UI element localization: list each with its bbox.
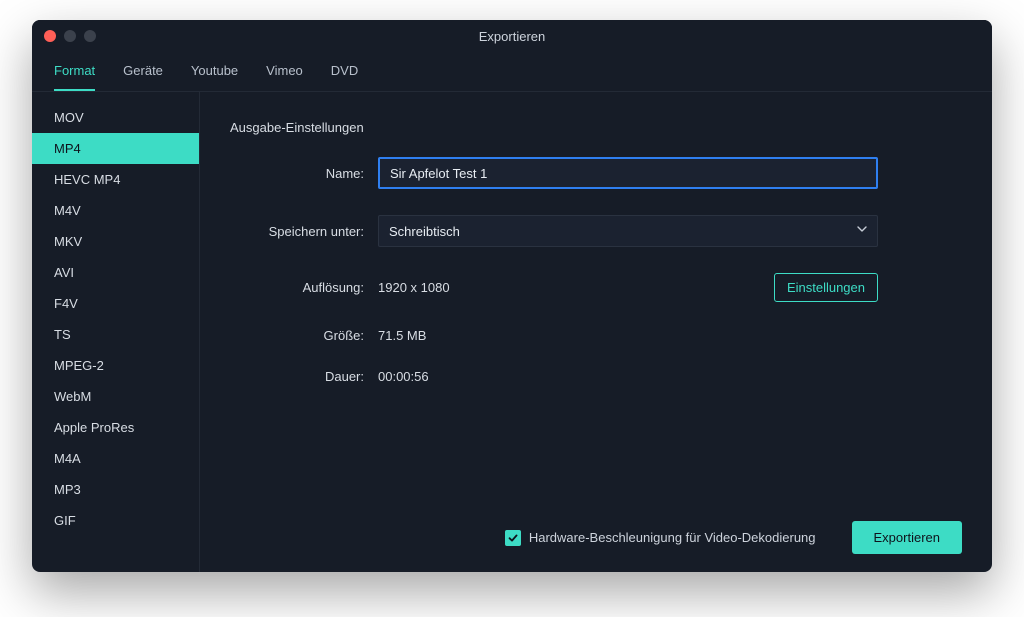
sidebar-item-m4a[interactable]: M4A [32,443,199,474]
hw-accel-checkbox[interactable]: Hardware-Beschleunigung für Video-Dekodi… [505,530,816,546]
tab-bar: Format Geräte Youtube Vimeo DVD [32,52,992,92]
export-button[interactable]: Exportieren [852,521,962,554]
maximize-window-button[interactable] [84,30,96,42]
resolution-label: Auflösung: [230,280,378,295]
checkmark-icon [505,530,521,546]
row-resolution: Auflösung: 1920 x 1080 Einstellungen [230,273,962,302]
sidebar-item-gif[interactable]: GIF [32,505,199,536]
tab-dvd[interactable]: DVD [331,52,358,91]
tab-youtube[interactable]: Youtube [191,52,238,91]
name-label: Name: [230,166,378,181]
sidebar-item-mp4[interactable]: MP4 [32,133,199,164]
section-title: Ausgabe-Einstellungen [230,120,962,135]
window-controls [44,30,96,42]
sidebar-item-ts[interactable]: TS [32,319,199,350]
sidebar-item-mp3[interactable]: MP3 [32,474,199,505]
save-location-value: Schreibtisch [389,224,460,239]
sidebar-item-hevc-mp4[interactable]: HEVC MP4 [32,164,199,195]
settings-button[interactable]: Einstellungen [774,273,878,302]
close-window-button[interactable] [44,30,56,42]
tab-format[interactable]: Format [54,52,95,91]
row-size: Größe: 71.5 MB [230,328,962,343]
main-panel: Ausgabe-Einstellungen Name: Speichern un… [200,92,992,572]
resolution-value: 1920 x 1080 [378,280,450,295]
sidebar-item-f4v[interactable]: F4V [32,288,199,319]
hw-accel-label: Hardware-Beschleunigung für Video-Dekodi… [529,530,816,545]
window-title: Exportieren [479,29,545,44]
duration-value: 00:00:56 [378,369,962,384]
duration-label: Dauer: [230,369,378,384]
dialog-footer: Hardware-Beschleunigung für Video-Dekodi… [230,513,962,554]
tab-devices[interactable]: Geräte [123,52,163,91]
size-value: 71.5 MB [378,328,962,343]
sidebar-item-mkv[interactable]: MKV [32,226,199,257]
dialog-body: MOV MP4 HEVC MP4 M4V MKV AVI F4V TS MPEG… [32,92,992,572]
row-name: Name: [230,157,962,189]
export-dialog: Exportieren Format Geräte Youtube Vimeo … [32,20,992,572]
sidebar-item-avi[interactable]: AVI [32,257,199,288]
sidebar-item-webm[interactable]: WebM [32,381,199,412]
titlebar: Exportieren [32,20,992,52]
sidebar-item-m4v[interactable]: M4V [32,195,199,226]
sidebar-item-prores[interactable]: Apple ProRes [32,412,199,443]
save-location-label: Speichern unter: [230,224,378,239]
tab-vimeo[interactable]: Vimeo [266,52,303,91]
minimize-window-button[interactable] [64,30,76,42]
output-settings-form: Name: Speichern unter: Schreibtisch [230,157,962,513]
sidebar-item-mpeg2[interactable]: MPEG-2 [32,350,199,381]
chevron-down-icon [857,226,867,236]
row-save-location: Speichern unter: Schreibtisch [230,215,962,247]
sidebar-item-mov[interactable]: MOV [32,102,199,133]
size-label: Größe: [230,328,378,343]
row-duration: Dauer: 00:00:56 [230,369,962,384]
name-input[interactable] [378,157,878,189]
save-location-select[interactable]: Schreibtisch [378,215,878,247]
format-sidebar: MOV MP4 HEVC MP4 M4V MKV AVI F4V TS MPEG… [32,92,200,572]
